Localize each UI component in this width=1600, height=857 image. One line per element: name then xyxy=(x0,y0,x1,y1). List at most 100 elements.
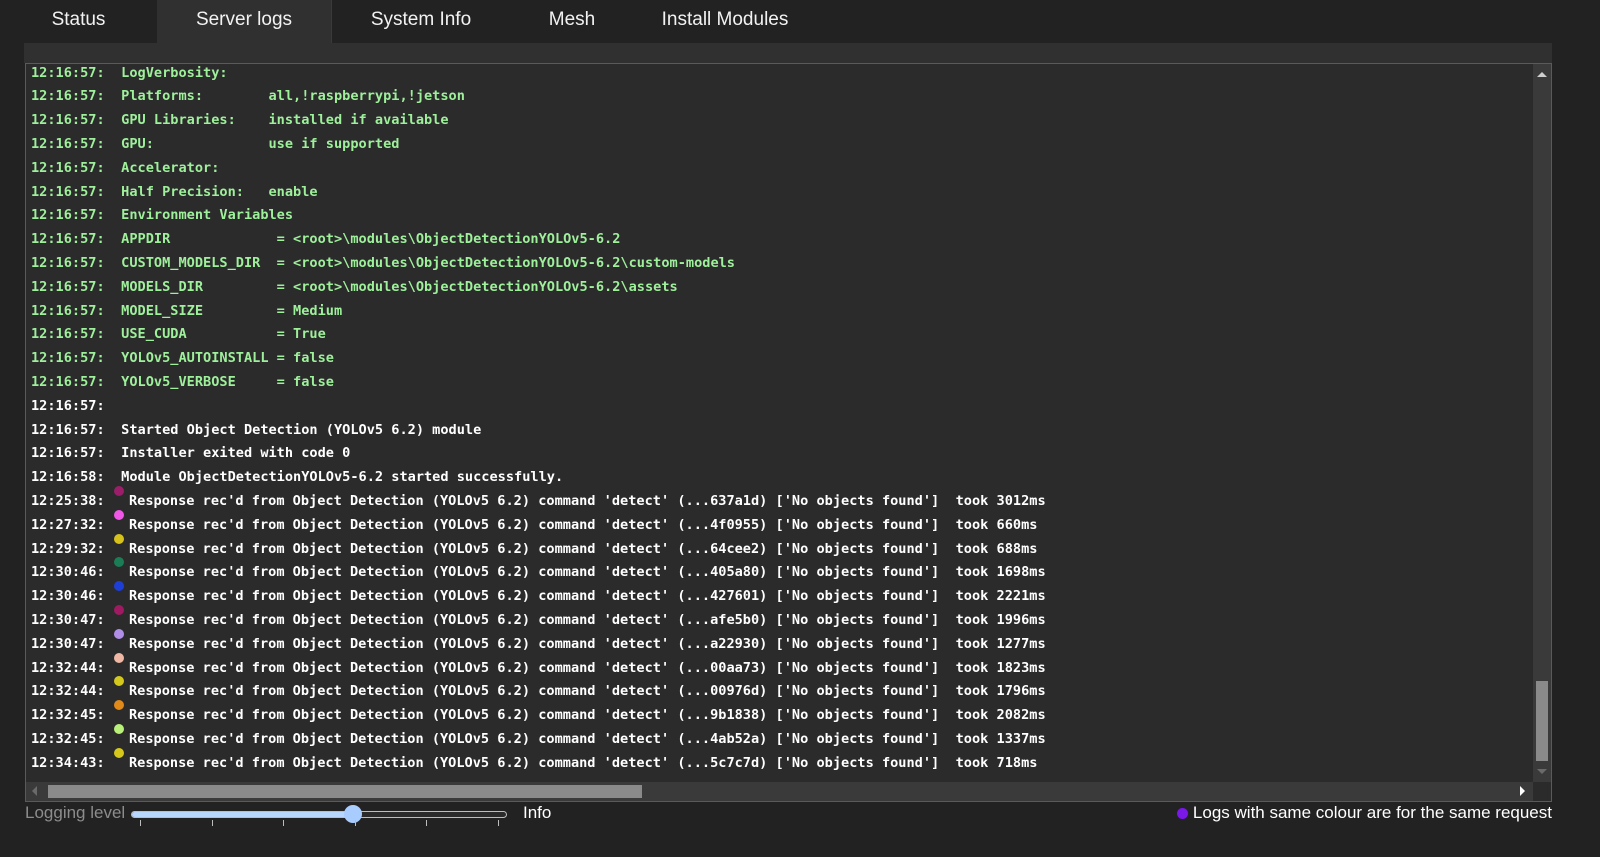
log-line: 12:16:57: GPU Libraries: installed if av… xyxy=(31,109,449,133)
log-line: 12:16:57: USE_CUDA = True xyxy=(31,323,326,347)
vertical-scroll-thumb[interactable] xyxy=(1536,681,1548,761)
log-line: 12:16:57: YOLOv5_AUTOINSTALL = false xyxy=(31,347,334,371)
log-timestamp: 12:16:57: xyxy=(31,136,105,152)
horizontal-scroll-thumb[interactable] xyxy=(48,785,642,798)
log-line: 12:32:44: Response rec'd from Object Dete… xyxy=(31,652,1046,681)
log-timestamp: 12:16:57: xyxy=(31,302,105,319)
request-dot xyxy=(114,676,124,687)
log-line: 12:30:46: Response rec'd from Object Dete… xyxy=(31,557,1046,585)
scroll-right-icon[interactable] xyxy=(1520,786,1525,796)
log-line: 12:27:32: Response rec'd from Object Dete… xyxy=(31,509,1037,538)
log-timestamp: 12:16:57: xyxy=(31,374,105,390)
log-message: Response rec'd from Object Detection (YO… xyxy=(129,659,1046,676)
request-dot xyxy=(114,509,124,520)
horizontal-scrollbar[interactable] xyxy=(26,782,1533,801)
request-color-dot-icon xyxy=(113,533,129,553)
log-line: 12:16:57: xyxy=(31,395,113,419)
request-color-dot-icon xyxy=(113,676,129,695)
log-timestamp: 12:34:43: xyxy=(31,754,105,771)
log-line: 12:16:57: Installer exited with code 0 xyxy=(31,442,350,466)
log-message: GPU: use if supported xyxy=(113,136,400,152)
slider-tick xyxy=(283,820,285,826)
log-line: 12:34:43: Response rec'd from Object Dete… xyxy=(31,747,1038,776)
request-color-dot-icon xyxy=(113,628,129,648)
log-timestamp: 12:16:57: xyxy=(31,278,105,295)
slider-tick xyxy=(354,820,356,826)
request-dot xyxy=(114,700,124,711)
log-message: Half Precision: enable xyxy=(113,183,318,200)
log-timestamp: 12:27:32: xyxy=(31,516,105,533)
log-panel-header xyxy=(24,43,1552,63)
log-timestamp: 12:30:47: xyxy=(31,635,105,652)
log-line: 12:16:57: CUSTOM_MODELS_DIR = <root>\mod… xyxy=(31,252,735,276)
log-line: 12:16:57: Environment Variables xyxy=(31,204,293,228)
log-line: 12:16:57: Started Object Detection (YOLO… xyxy=(31,419,481,443)
log-timestamp: 12:16:57: xyxy=(31,88,105,105)
log-line: 12:16:57: GPU: use if supported xyxy=(31,133,399,157)
logging-level-slider[interactable] xyxy=(131,802,507,826)
log-line: 12:16:57: Platforms: all,!raspberrypi,!j… xyxy=(31,85,465,109)
log-message: Module ObjectDetectionYOLOv5-6.2 started… xyxy=(113,469,564,486)
log-timestamp: 12:32:45: xyxy=(31,731,105,747)
request-color-dot-icon xyxy=(113,605,129,624)
log-message: LogVerbosity: xyxy=(113,64,228,81)
log-message: YOLOv5_AUTOINSTALL = false xyxy=(113,350,334,367)
log-message: Response rec'd from Object Detection (YO… xyxy=(129,707,1046,724)
log-message: Response rec'd from Object Detection (YO… xyxy=(129,493,1046,509)
request-dot xyxy=(114,747,124,758)
request-dot xyxy=(114,652,124,663)
legend-dot-icon xyxy=(1176,808,1188,819)
slider-fill xyxy=(132,812,354,817)
tab-mesh[interactable]: Mesh xyxy=(510,0,634,43)
log-timestamp: 12:16:57: xyxy=(31,159,105,176)
log-message: APPDIR = <root>\modules\ObjectDetectionY… xyxy=(113,231,621,248)
request-dot xyxy=(114,486,124,496)
request-color-dot-icon xyxy=(113,509,129,529)
request-color-dot-icon xyxy=(113,747,129,767)
log-timestamp: 12:25:38: xyxy=(31,493,105,509)
scroll-left-icon[interactable] xyxy=(32,786,37,796)
tab-server-logs[interactable]: Server logs xyxy=(157,0,332,43)
log-timestamp: 12:30:47: xyxy=(31,612,105,628)
log-message: MODEL_SIZE = Medium xyxy=(113,302,343,319)
log-message: MODELS_DIR = <root>\modules\ObjectDetect… xyxy=(113,278,678,295)
request-color-dot-icon xyxy=(113,486,129,505)
tab-system-info[interactable]: System Info xyxy=(332,0,510,43)
log-timestamp: 12:16:57: xyxy=(31,183,105,200)
log-message: Response rec'd from Object Detection (YO… xyxy=(129,731,1046,747)
log-timestamp: 12:16:57: xyxy=(31,64,105,81)
slider-tick xyxy=(498,820,499,826)
log-timestamp: 12:16:57: xyxy=(31,255,105,271)
request-dot xyxy=(114,557,124,568)
tab-status[interactable]: Status xyxy=(0,0,157,43)
log-message: CUSTOM_MODELS_DIR = <root>\modules\Objec… xyxy=(113,255,735,271)
scrollbar-corner xyxy=(1533,782,1551,801)
log-line: 12:30:46: Response rec'd from Object Dete… xyxy=(31,581,1046,609)
log-timestamp: 12:29:32: xyxy=(31,540,105,557)
log-timestamp: 12:32:44: xyxy=(31,683,105,700)
log-message: Response rec'd from Object Detection (YO… xyxy=(129,754,1038,771)
log-timestamp: 12:30:46: xyxy=(31,564,105,581)
color-legend: Logs with same colour are for the same r… xyxy=(1176,803,1552,823)
log-line: 12:16:57: MODELS_DIR = <root>\modules\Ob… xyxy=(31,276,678,300)
request-dot xyxy=(114,605,124,615)
scroll-down-icon[interactable] xyxy=(1537,769,1547,774)
server-log-view[interactable]: 12:16:57: LogVerbosity: 12:16:57: Platfor… xyxy=(25,63,1552,802)
scroll-up-icon[interactable] xyxy=(1537,72,1547,77)
log-line: 12:32:45: Response rec'd from Object Dete… xyxy=(31,700,1046,728)
request-color-dot-icon xyxy=(113,724,129,743)
log-line: 12:25:38: Response rec'd from Object Dete… xyxy=(31,486,1046,514)
log-line: 12:32:45: Response rec'd from Object Dete… xyxy=(31,724,1046,752)
slider-tick xyxy=(211,820,213,826)
log-message: Response rec'd from Object Detection (YO… xyxy=(129,612,1046,628)
log-message: Response rec'd from Object Detection (YO… xyxy=(129,564,1046,581)
log-line: 12:16:58: Module ObjectDetectionYOLOv5-6… xyxy=(31,466,563,490)
vertical-scrollbar[interactable] xyxy=(1533,64,1551,782)
log-line: 12:16:57: Half Precision: enable xyxy=(31,181,318,205)
slider-handle[interactable] xyxy=(343,805,362,823)
request-dot xyxy=(114,724,124,734)
logging-level-value: Info xyxy=(523,803,552,822)
log-message: Response rec'd from Object Detection (YO… xyxy=(129,683,1046,700)
log-message: Accelerator: xyxy=(113,159,220,176)
tab-install-modules[interactable]: Install Modules xyxy=(634,0,816,43)
